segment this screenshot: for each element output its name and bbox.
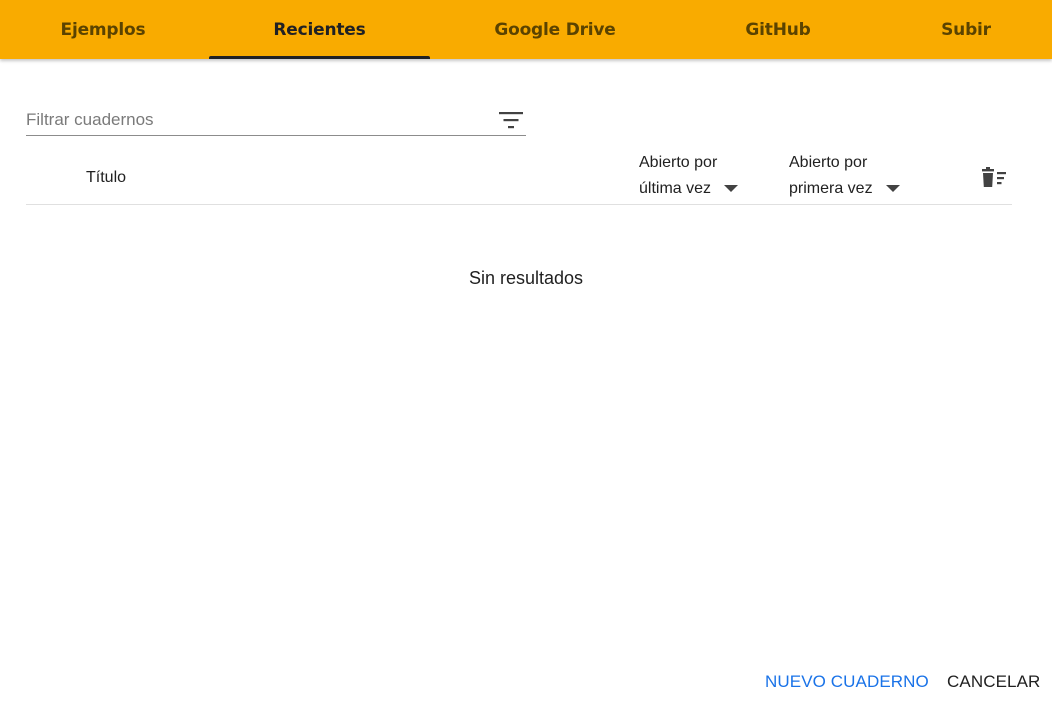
table-header: Título Abierto por última vez Abierto po… bbox=[26, 146, 1012, 205]
sort-caret-icon bbox=[724, 185, 739, 193]
delete-sweep-icon[interactable] bbox=[980, 166, 1008, 190]
tab-github[interactable]: GitHub bbox=[680, 0, 876, 59]
tab-bar: Ejemplos Recientes Google Drive GitHub S… bbox=[0, 0, 1052, 59]
tab-subir[interactable]: Subir bbox=[880, 0, 1052, 59]
filter-input[interactable] bbox=[26, 108, 486, 132]
column-first-opened-line2: primera vez bbox=[789, 180, 873, 197]
empty-state-message: Sin resultados bbox=[468, 268, 584, 288]
active-tab-indicator bbox=[209, 56, 430, 59]
tab-google-drive[interactable]: Google Drive bbox=[445, 0, 665, 59]
sort-caret-icon bbox=[885, 185, 900, 193]
column-first-opened[interactable]: Abierto por primera vez bbox=[789, 150, 900, 202]
column-last-opened[interactable]: Abierto por última vez bbox=[639, 150, 739, 202]
filter-list-icon[interactable] bbox=[498, 108, 524, 132]
filter-field bbox=[26, 104, 526, 136]
column-first-opened-line1: Abierto por bbox=[789, 154, 868, 171]
tab-ejemplos[interactable]: Ejemplos bbox=[0, 0, 206, 59]
column-title: Título bbox=[86, 169, 127, 186]
column-last-opened-line1: Abierto por bbox=[639, 154, 718, 171]
new-notebook-button[interactable]: NUEVO CUADERNO bbox=[765, 671, 929, 693]
column-last-opened-line2: última vez bbox=[639, 180, 712, 197]
tab-recientes[interactable]: Recientes bbox=[209, 0, 430, 59]
cancel-button[interactable]: CANCELAR bbox=[947, 671, 1040, 693]
